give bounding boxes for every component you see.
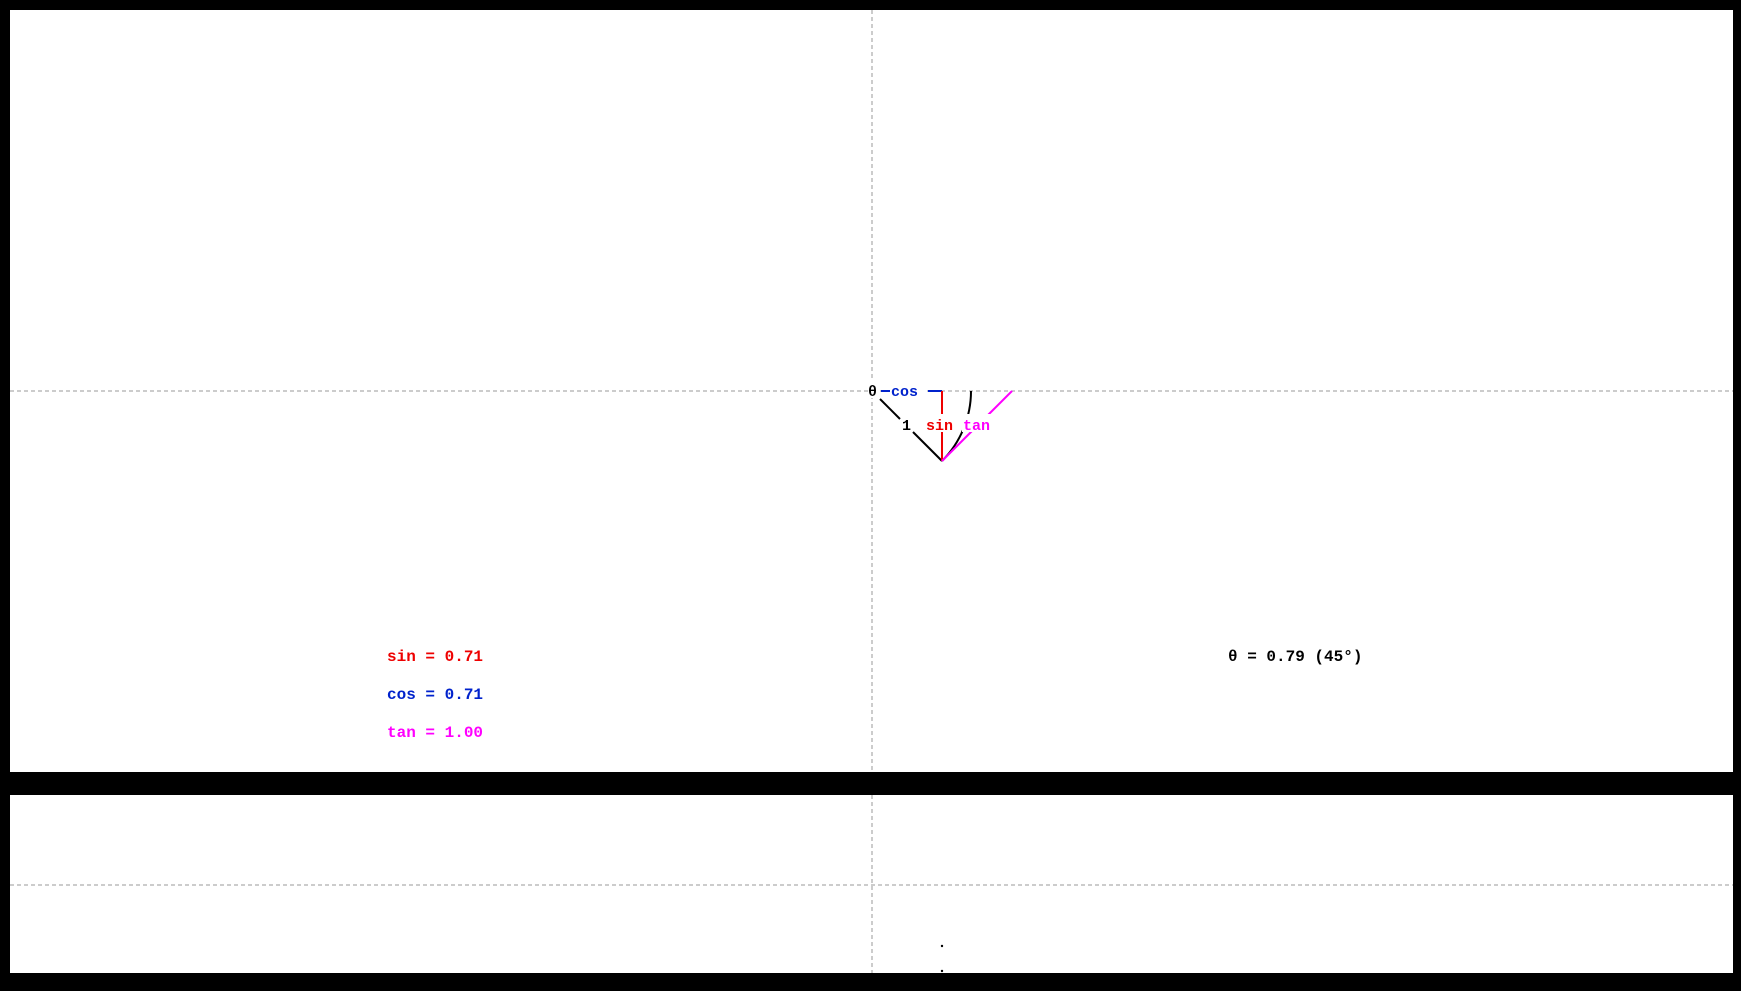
radius-label: 1: [902, 418, 911, 435]
wave-point: [940, 944, 944, 948]
wave-plot-panel[interactable]: [10, 795, 1733, 973]
wave-point-lower: [940, 969, 944, 973]
radius-line: [879, 398, 901, 420]
theta-readout: θ = 0.79 (45°): [1228, 648, 1363, 666]
tan-label: tan: [963, 418, 990, 435]
radius-line-lower: [912, 431, 943, 462]
wave-plot-canvas: [10, 795, 1733, 973]
sin-label: sin: [926, 418, 953, 435]
tan-readout: tan = 1.00: [387, 724, 484, 742]
unit-circle-canvas[interactable]: θ cos 1 sin tan: [10, 10, 1733, 772]
sin-readout: sin = 0.71: [387, 648, 484, 666]
theta-label: θ: [868, 384, 877, 401]
cos-readout: cos = 0.71: [387, 686, 484, 704]
cos-label: cos: [891, 384, 918, 401]
unit-circle-panel[interactable]: θ cos 1 sin tan sin = 0.71 cos = 0.71 ta…: [10, 10, 1733, 772]
